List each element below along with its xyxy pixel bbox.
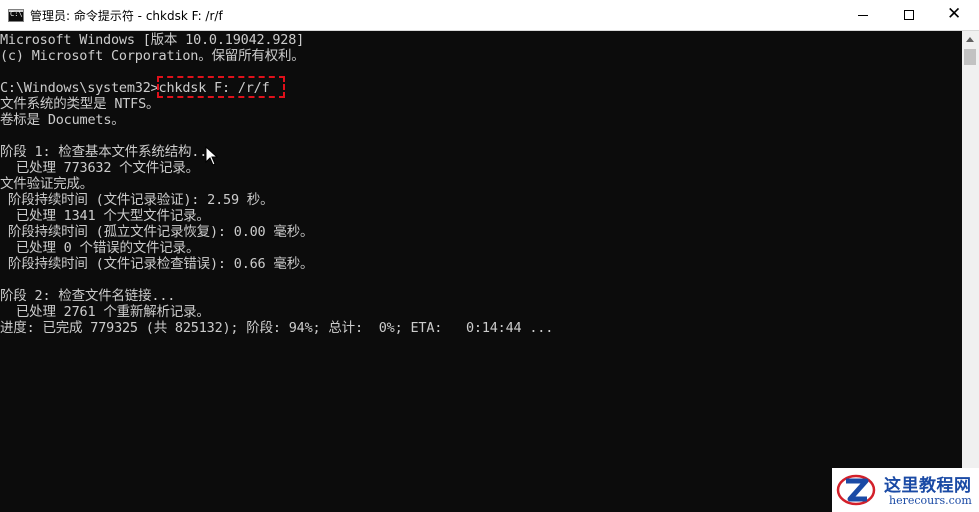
console-line: 已处理 1341 个大型文件记录。 [0, 208, 210, 224]
console-line: 已处理 2761 个重新解析记录。 [0, 304, 210, 320]
maximize-button[interactable] [886, 0, 932, 30]
console-line: 阶段持续时间 (孤立文件记录恢复): 0.00 毫秒。 [0, 224, 314, 240]
console-line: 卷标是 Documets。 [0, 112, 125, 128]
console-line: 阶段持续时间 (文件记录检查错误): 0.66 毫秒。 [0, 256, 314, 272]
watermark: 这里教程网 herecours.com [832, 468, 979, 512]
console-line: 阶段 2: 检查文件名链接... [0, 288, 176, 304]
command-highlight-box [157, 76, 285, 98]
minimize-button[interactable] [840, 0, 886, 30]
console-line: 阶段 1: 检查基本文件系统结构... [0, 144, 216, 160]
watermark-title: 这里教程网 [884, 476, 972, 496]
title-bar[interactable]: C:\ 管理员: 命令提示符 - chkdsk F: /r/f ✕ [0, 0, 979, 31]
watermark-logo-icon [836, 474, 876, 506]
console-line: 文件验证完成。 [0, 176, 94, 192]
close-icon: ✕ [947, 4, 962, 24]
scroll-up-button[interactable] [962, 31, 979, 48]
command-prompt-window: C:\ 管理员: 命令提示符 - chkdsk F: /r/f ✕ Micros… [0, 0, 979, 512]
console-line: 已处理 773632 个文件记录。 [0, 160, 199, 176]
maximize-icon [904, 10, 914, 20]
minimize-icon [858, 15, 868, 16]
console-line: 已处理 0 个错误的文件记录。 [0, 240, 200, 256]
console-icon-label: C:\ [10, 10, 23, 18]
console-line: Microsoft Windows [版本 10.0.19042.928] [0, 32, 305, 48]
vertical-scrollbar[interactable] [962, 31, 979, 512]
close-button[interactable]: ✕ [932, 0, 978, 30]
console-app-icon[interactable]: C:\ [8, 9, 24, 22]
console-progress-line: 进度: 已完成 779325 (共 825132); 阶段: 94%; 总计: … [0, 320, 554, 336]
console-output[interactable]: Microsoft Windows [版本 10.0.19042.928] (c… [0, 31, 962, 512]
scroll-thumb[interactable] [964, 49, 976, 65]
console-line: 阶段持续时间 (文件记录验证): 2.59 秒。 [0, 192, 274, 208]
console-line: (c) Microsoft Corporation。保留所有权利。 [0, 48, 305, 64]
console-line: 文件系统的类型是 NTFS。 [0, 96, 160, 112]
window-title: 管理员: 命令提示符 - chkdsk F: /r/f [30, 9, 223, 23]
mouse-cursor-icon [205, 146, 219, 166]
scroll-up-arrow-icon [966, 37, 974, 42]
watermark-url: herecours.com [889, 494, 972, 507]
